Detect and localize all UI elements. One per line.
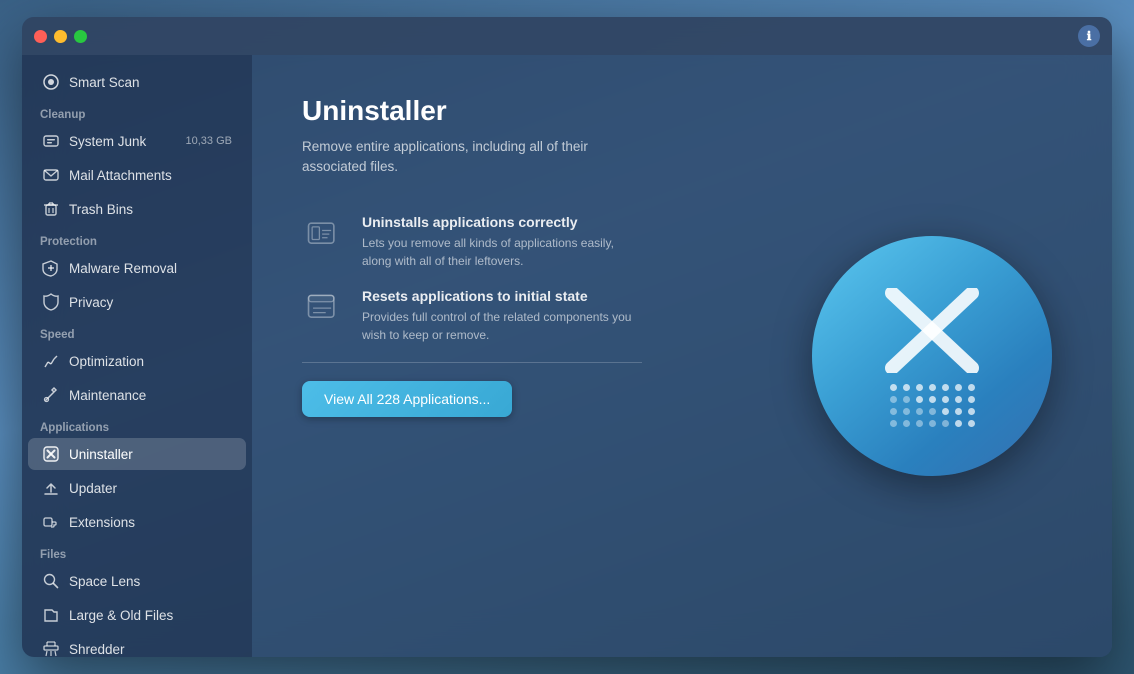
malware-icon [42,259,60,277]
divider [302,362,642,363]
sidebar-section-applications: Applications [22,412,252,437]
sidebar-item-malware-removal[interactable]: Malware Removal [28,252,246,284]
sidebar-item-mail-attachments[interactable]: Mail Attachments [28,159,246,191]
system-junk-icon [42,132,60,150]
extensions-icon [42,513,60,531]
close-button[interactable] [34,30,47,43]
title-bar: ℹ [22,17,1112,55]
sidebar-item-large-old-files[interactable]: Large & Old Files [28,599,246,631]
system-junk-label: System Junk [69,134,177,149]
main-content: Uninstaller Remove entire applications, … [252,55,1112,657]
optimization-label: Optimization [69,354,232,369]
sidebar-item-trash-bins[interactable]: Trash Bins [28,193,246,225]
sidebar-item-privacy[interactable]: Privacy [28,286,246,318]
trash-icon [42,200,60,218]
sidebar-item-space-lens[interactable]: Space Lens [28,565,246,597]
privacy-label: Privacy [69,295,232,310]
view-all-button[interactable]: View All 228 Applications... [302,381,512,417]
hero-icon-inner [872,286,992,427]
maintenance-icon [42,386,60,404]
hero-icon [812,236,1052,476]
sidebar: Smart Scan Cleanup System Junk 10,33 GB [22,55,252,657]
feature-reset-desc: Provides full control of the related com… [362,308,642,344]
uninstaller-icon [42,445,60,463]
privacy-icon [42,293,60,311]
large-files-icon [42,606,60,624]
minimize-button[interactable] [54,30,67,43]
space-lens-label: Space Lens [69,574,232,589]
sidebar-item-shredder[interactable]: Shredder [28,633,246,657]
app-window: ℹ Smart Scan Cleanup [22,17,1112,657]
malware-removal-label: Malware Removal [69,261,232,276]
sidebar-item-system-junk[interactable]: System Junk 10,33 GB [28,125,246,157]
page-title: Uninstaller [302,95,1062,127]
feature-uninstall-text: Uninstalls applications correctly Lets y… [362,214,642,270]
feature-reset-icon [302,288,344,330]
features-list: Uninstalls applications correctly Lets y… [302,214,682,344]
desktop-background: ℹ Smart Scan Cleanup [0,0,1134,674]
sidebar-section-files: Files [22,539,252,564]
space-lens-icon [42,572,60,590]
page-subtitle: Remove entire applications, including al… [302,137,642,178]
feature-uninstall-title: Uninstalls applications correctly [362,214,642,230]
feature-uninstall-desc: Lets you remove all kinds of application… [362,234,642,270]
shredder-label: Shredder [69,642,232,657]
shredder-icon [42,640,60,657]
maximize-button[interactable] [74,30,87,43]
mail-attachments-label: Mail Attachments [69,168,232,183]
main-header: Uninstaller Remove entire applications, … [302,95,1062,178]
window-body: Smart Scan Cleanup System Junk 10,33 GB [22,55,1112,657]
feature-reset-text: Resets applications to initial state Pro… [362,288,642,344]
mail-icon [42,166,60,184]
sidebar-item-uninstaller[interactable]: Uninstaller [28,438,246,470]
feature-uninstall: Uninstalls applications correctly Lets y… [302,214,682,270]
updater-icon [42,479,60,497]
sidebar-item-smart-scan[interactable]: Smart Scan [28,66,246,98]
sidebar-section-protection: Protection [22,226,252,251]
sidebar-item-smart-scan-label: Smart Scan [69,75,232,90]
info-button[interactable]: ℹ [1078,25,1100,47]
hero-x-svg [877,288,987,373]
system-junk-badge: 10,33 GB [186,135,232,147]
trash-bins-label: Trash Bins [69,202,232,217]
updater-label: Updater [69,481,232,496]
sidebar-section-speed: Speed [22,319,252,344]
uninstaller-label: Uninstaller [69,447,232,462]
optimization-icon [42,352,60,370]
scan-icon [42,73,60,91]
feature-uninstall-icon [302,214,344,256]
sidebar-item-updater[interactable]: Updater [28,472,246,504]
hero-dots [890,384,975,427]
large-old-files-label: Large & Old Files [69,608,232,623]
sidebar-item-extensions[interactable]: Extensions [28,506,246,538]
feature-reset-title: Resets applications to initial state [362,288,642,304]
sidebar-item-optimization[interactable]: Optimization [28,345,246,377]
feature-reset: Resets applications to initial state Pro… [302,288,682,344]
traffic-lights [34,30,87,43]
maintenance-label: Maintenance [69,388,232,403]
sidebar-item-maintenance[interactable]: Maintenance [28,379,246,411]
sidebar-section-cleanup: Cleanup [22,99,252,124]
extensions-label: Extensions [69,515,232,530]
